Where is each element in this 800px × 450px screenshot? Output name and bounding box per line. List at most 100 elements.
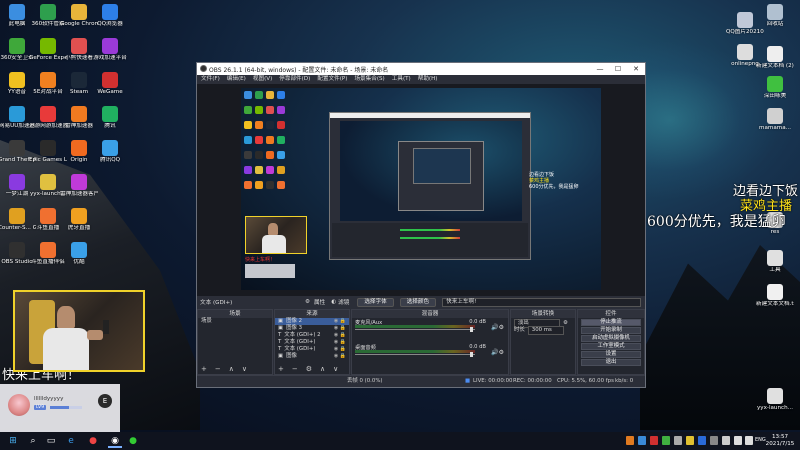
menu-file[interactable]: 文件(F) (201, 75, 220, 84)
left-desktop-icon[interactable]: 腾讯QQ (91, 140, 129, 164)
right-desktop-icon[interactable]: QQ图片20210712... (726, 12, 764, 36)
preview-desktop-icon (255, 166, 263, 174)
desktop-volume-slider[interactable] (470, 352, 473, 357)
studio-mode-button[interactable]: 工作室模式 (581, 343, 641, 350)
search-icon[interactable]: ⌕ (26, 434, 40, 448)
add-source-button[interactable]: + (278, 365, 284, 373)
edge-icon[interactable]: e (64, 434, 78, 448)
select-font-button[interactable]: 选择字体 (357, 297, 394, 307)
preview-desktop-icon (266, 91, 274, 99)
left-desktop-icon[interactable]: QQ浏览器 (91, 4, 129, 28)
preview-desktop-icon (255, 181, 263, 189)
settings-button[interactable]: 设置 (581, 351, 641, 358)
desktop-icon-label: 新建文本文档.txt (756, 301, 794, 307)
tray-icon[interactable] (710, 436, 718, 445)
network-icon[interactable] (734, 436, 742, 445)
move-up-icon[interactable]: ∧ (229, 365, 234, 373)
tray-icon[interactable] (698, 436, 706, 445)
mixer-channel-mic: 麦克风/Aux 0.0 dB 🔊⚙ (355, 319, 504, 332)
menu-docks[interactable]: 停靠部件(D) (279, 75, 310, 84)
file-icon (767, 46, 783, 62)
obs-taskbar-icon[interactable]: ◉ (108, 434, 122, 448)
right-desktop-icon[interactable]: 深田咏美 (756, 76, 794, 100)
menu-view[interactable]: 视图(V) (253, 75, 272, 84)
app-icon (40, 38, 56, 54)
app-icon (9, 140, 25, 156)
app-icon (102, 208, 118, 224)
left-desktop-icon[interactable]: 腾讯 (91, 106, 129, 130)
desktop-icon-label: mamama... (759, 125, 791, 131)
filters-button[interactable]: 滤镜 (338, 298, 349, 306)
controls-dock: 控件 停止推流 开始录制 启动虚拟摄像机 工作室模式 设置 退出 (577, 309, 645, 375)
move-down-icon[interactable]: ∨ (333, 365, 338, 373)
source-item[interactable]: T 文本 (GDI+) ◉ 🔒 (275, 339, 349, 346)
taskbar-clock[interactable]: 13:57 2021/7/15 (764, 434, 796, 448)
app-icon (40, 4, 56, 20)
transitions-dock-title: 场景转换 (511, 310, 575, 318)
stop-streaming-button[interactable]: 停止推流 (581, 319, 641, 326)
filter-icon[interactable]: ◐ (331, 299, 336, 305)
source-item[interactable]: ▣ 图像 3 ◉ 🔒 (275, 325, 349, 332)
obs-preview-canvas[interactable]: 快来上车啊！ 边看边下饭 菜鸡主播 600分优先，我是猛卵 (241, 88, 601, 290)
tray-icon[interactable] (650, 436, 658, 445)
minimize-button[interactable]: — (591, 63, 609, 75)
source-settings-icon[interactable]: ⚙ (306, 365, 312, 373)
obs-window[interactable]: OBS 26.1.1 (64-bit, windows) - 配置文件: 未命名… (196, 62, 646, 388)
move-down-icon[interactable]: ∨ (242, 365, 247, 373)
tray-icon[interactable] (722, 436, 730, 445)
speaker-icon[interactable]: 🔊⚙ (491, 349, 504, 356)
menu-profile[interactable]: 配置文件(P) (317, 75, 347, 84)
tray-icon[interactable] (686, 436, 694, 445)
remove-scene-button[interactable]: − (215, 365, 221, 373)
preview-overlay-text: 边看边下饭 菜鸡主播 600分优先，我是猛卵 (529, 172, 579, 190)
mic-volume-slider[interactable] (470, 327, 473, 332)
task-view-icon[interactable]: ▭ (44, 434, 58, 448)
menu-edit[interactable]: 编辑(E) (227, 75, 246, 84)
text-content-input[interactable]: 快来上车啊! (442, 297, 641, 307)
right-desktop-icon[interactable]: 工具 (756, 250, 794, 274)
remove-source-button[interactable]: − (292, 365, 298, 373)
gear-icon[interactable]: ⚙ (305, 299, 310, 305)
close-button[interactable]: ✕ (627, 63, 645, 75)
right-desktop-icon[interactable]: mamama... (756, 108, 794, 132)
green-app-icon[interactable]: ● (126, 434, 140, 448)
virtual-camera-button[interactable]: 启动虚拟摄像机 (581, 335, 641, 342)
properties-button[interactable]: 属性 (314, 298, 325, 306)
obs-titlebar[interactable]: OBS 26.1.1 (64-bit, windows) - 配置文件: 未命名… (197, 63, 645, 75)
source-item[interactable]: T 文本 (GDI+) ◉ 🔒 (275, 346, 349, 353)
add-scene-button[interactable]: + (201, 365, 207, 373)
maximize-button[interactable]: ☐ (609, 63, 627, 75)
left-desktop-icon[interactable]: WeGame (91, 72, 129, 96)
start-recording-button[interactable]: 开始录制 (581, 327, 641, 334)
left-desktop-icon[interactable]: 游戏加速平台 (91, 38, 129, 62)
preview-desktop-icon (277, 181, 285, 189)
tray-icon[interactable] (662, 436, 670, 445)
right-desktop-icon[interactable]: yyx-launch... (756, 388, 794, 412)
speaker-icon[interactable]: 🔊⚙ (491, 324, 504, 331)
tray-icon[interactable] (626, 436, 634, 445)
move-up-icon[interactable]: ∧ (320, 365, 325, 373)
preview-desktop-icon (266, 121, 274, 129)
netease-icon[interactable]: ● (86, 434, 100, 448)
left-desktop-icon[interactable]: 优酷 (60, 242, 98, 266)
source-item[interactable]: T 文本 (GDI+) 2 ◉ 🔒 (275, 332, 349, 339)
menu-help[interactable]: 帮助(H) (418, 75, 438, 84)
exit-button[interactable]: 退出 (581, 359, 641, 366)
status-kbps: kb/s: 0 (615, 378, 634, 384)
tray-icon[interactable] (674, 436, 682, 445)
duration-input[interactable]: 300 ms (527, 326, 564, 335)
preview-webcam (245, 216, 307, 254)
volume-icon[interactable] (745, 436, 753, 445)
right-desktop-icon[interactable]: 新建文本文档.txt (756, 284, 794, 308)
windows-start-icon[interactable]: ⊞ (6, 434, 20, 448)
status-dropped-frames: 丢帧 0 (0.0%) (347, 378, 383, 384)
select-color-button[interactable]: 选择颜色 (399, 297, 437, 307)
source-item[interactable]: ▣ 图像 2 ◉ 🔒 (275, 318, 349, 325)
right-desktop-icon[interactable]: 新建文本档 (2) (756, 46, 794, 70)
scene-item[interactable]: 场景 (198, 318, 272, 325)
app-icon (9, 38, 25, 54)
menu-scene-collection[interactable]: 场景集合(S) (354, 75, 384, 84)
tray-icon[interactable] (638, 436, 646, 445)
menu-tools[interactable]: 工具(T) (392, 75, 411, 84)
source-item[interactable]: ▣ 图像 ◉ 🔒 (275, 353, 349, 360)
